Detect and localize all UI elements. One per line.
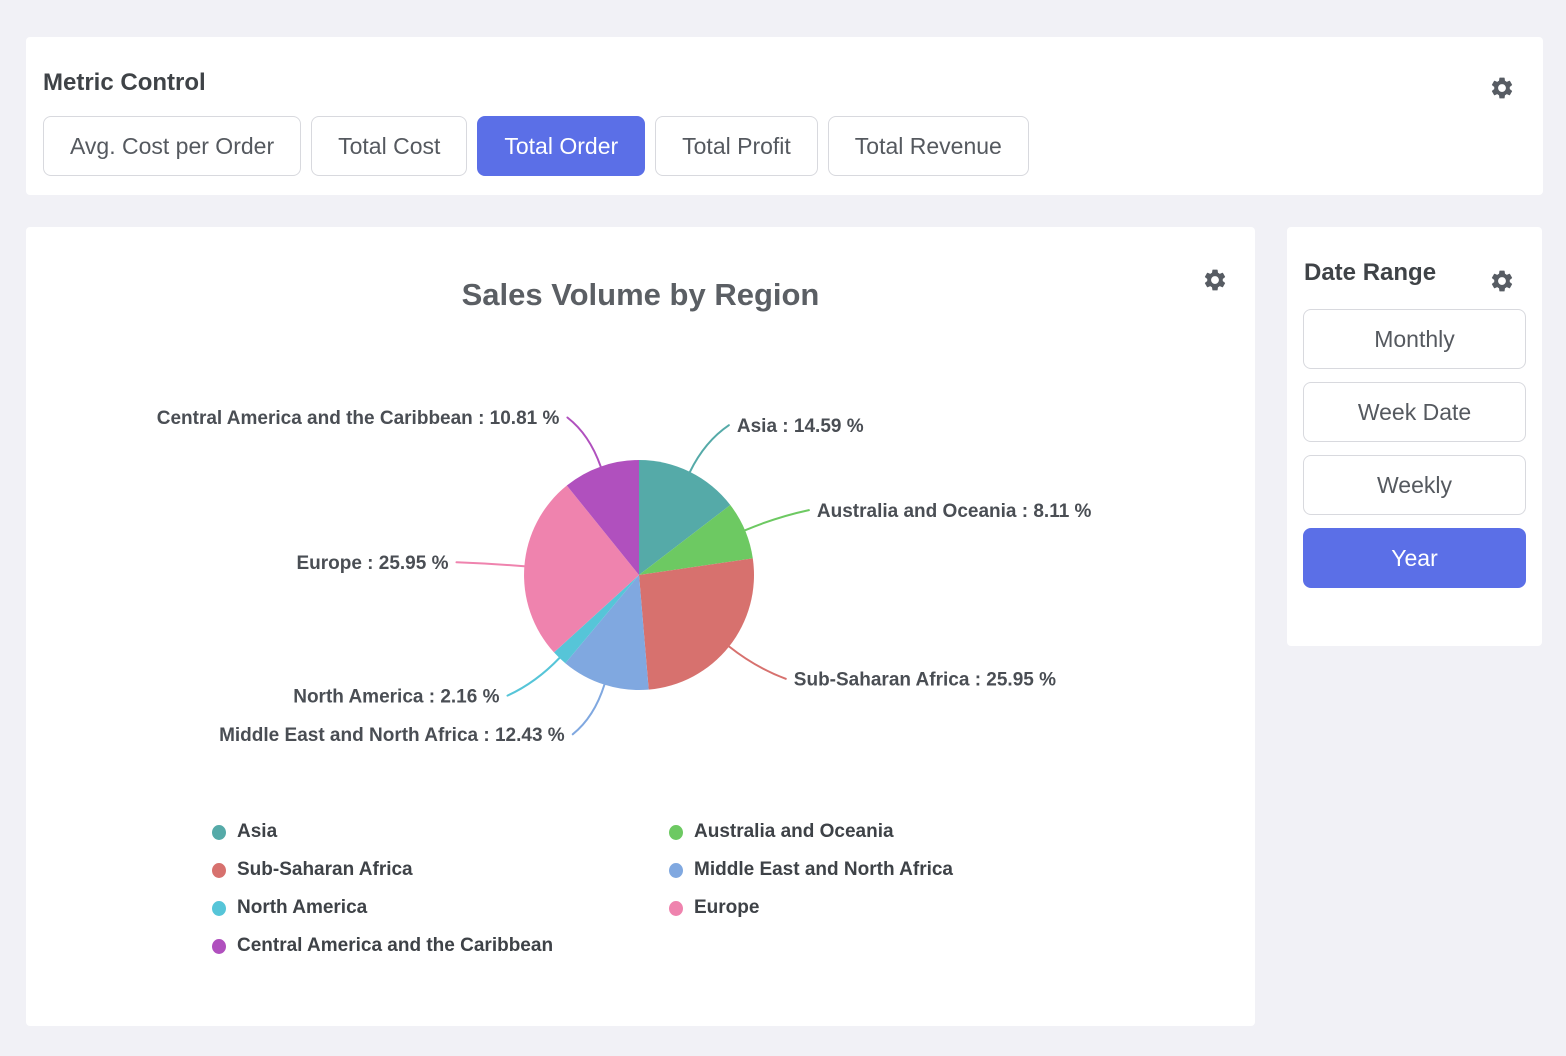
date-range-panel: Date Range Monthly Week Date Weekly Year <box>1287 227 1542 646</box>
pie-label-sub-saharan-africa: Sub-Saharan Africa : 25.95 % <box>794 669 1056 690</box>
metric-button-total-profit[interactable]: Total Profit <box>655 116 818 176</box>
dashboard: { "page": { "background": "#f1f1f6", "ac… <box>0 0 1566 1056</box>
legend-label: Europe <box>694 897 759 919</box>
legend-item-australia-and-oceania[interactable]: Australia and Oceania <box>669 813 953 851</box>
metric-control-panel: Metric Control Avg. Cost per Order Total… <box>26 37 1543 195</box>
label-line-middle-east-and-north-africa <box>573 685 605 735</box>
legend-item-central-america-and-the-caribbean[interactable]: Central America and the Caribbean <box>212 927 669 965</box>
metric-button-avg-cost-per-order[interactable]: Avg. Cost per Order <box>43 116 301 176</box>
pie-label-central-america-and-the-caribbean: Central America and the Caribbean : 10.8… <box>157 408 560 429</box>
legend-label: Asia <box>237 821 277 843</box>
pie-chart: Asia : 14.59 % Australia and Oceania : 8.… <box>26 227 1255 799</box>
pie-label-asia: Asia : 14.59 % <box>737 416 864 437</box>
legend-dot-asia <box>212 825 226 840</box>
legend-label: Australia and Oceania <box>694 821 894 843</box>
date-range-title: Date Range <box>1304 259 1436 287</box>
pie-label-australia-and-oceania: Australia and Oceania : 8.11 % <box>817 501 1092 522</box>
legend-item-europe[interactable]: Europe <box>669 889 953 927</box>
legend-dot-middle-east-and-north-africa <box>669 863 683 878</box>
legend-label: Central America and the Caribbean <box>237 935 553 957</box>
legend-item-asia[interactable]: Asia <box>212 813 669 851</box>
label-line-north-america <box>508 658 560 696</box>
pie-label-europe: Europe : 25.95 % <box>296 553 448 574</box>
date-range-button-week-date[interactable]: Week Date <box>1303 382 1526 442</box>
legend-dot-north-america <box>212 901 226 916</box>
chart-legend: Asia Australia and Oceania Sub-Saharan Afr… <box>212 813 953 965</box>
legend-label: North America <box>237 897 367 919</box>
legend-dot-sub-saharan-africa <box>212 863 226 878</box>
metric-button-total-cost[interactable]: Total Cost <box>311 116 467 176</box>
label-line-asia <box>690 425 729 472</box>
legend-item-sub-saharan-africa[interactable]: Sub-Saharan Africa <box>212 851 669 889</box>
legend-item-middle-east-and-north-africa[interactable]: Middle East and North Africa <box>669 851 953 889</box>
label-line-europe <box>457 562 525 566</box>
pie-slice-sub-saharan-africa[interactable] <box>639 558 754 689</box>
legend-dot-central-america-and-the-caribbean <box>212 939 226 954</box>
date-range-button-year[interactable]: Year <box>1303 528 1526 588</box>
metric-button-total-revenue[interactable]: Total Revenue <box>828 116 1029 176</box>
metric-settings-gear-icon[interactable] <box>1489 75 1515 101</box>
label-line-sub-saharan-africa <box>729 647 786 679</box>
label-line-australia-and-oceania <box>745 510 809 530</box>
pie-label-middle-east-and-north-africa: Middle East and North Africa : 12.43 % <box>219 725 565 746</box>
metric-control-title: Metric Control <box>43 69 206 97</box>
date-range-button-weekly[interactable]: Weekly <box>1303 455 1526 515</box>
date-range-settings-gear-icon[interactable] <box>1489 268 1515 294</box>
sales-volume-panel: Sales Volume by Region Asia : 14.59 %Aus… <box>26 227 1255 1026</box>
pie-label-north-america: North America : 2.16 % <box>293 686 499 707</box>
date-range-button-column: Monthly Week Date Weekly Year <box>1303 309 1526 588</box>
date-range-button-monthly[interactable]: Monthly <box>1303 309 1526 369</box>
metric-button-row: Avg. Cost per Order Total Cost Total Ord… <box>43 116 1029 176</box>
label-line-central-america-and-the-caribbean <box>567 418 600 467</box>
legend-dot-australia-and-oceania <box>669 825 683 840</box>
legend-label: Sub-Saharan Africa <box>237 859 413 881</box>
legend-label: Middle East and North Africa <box>694 859 953 881</box>
legend-item-north-america[interactable]: North America <box>212 889 669 927</box>
metric-button-total-order[interactable]: Total Order <box>477 116 645 176</box>
legend-dot-europe <box>669 901 683 916</box>
